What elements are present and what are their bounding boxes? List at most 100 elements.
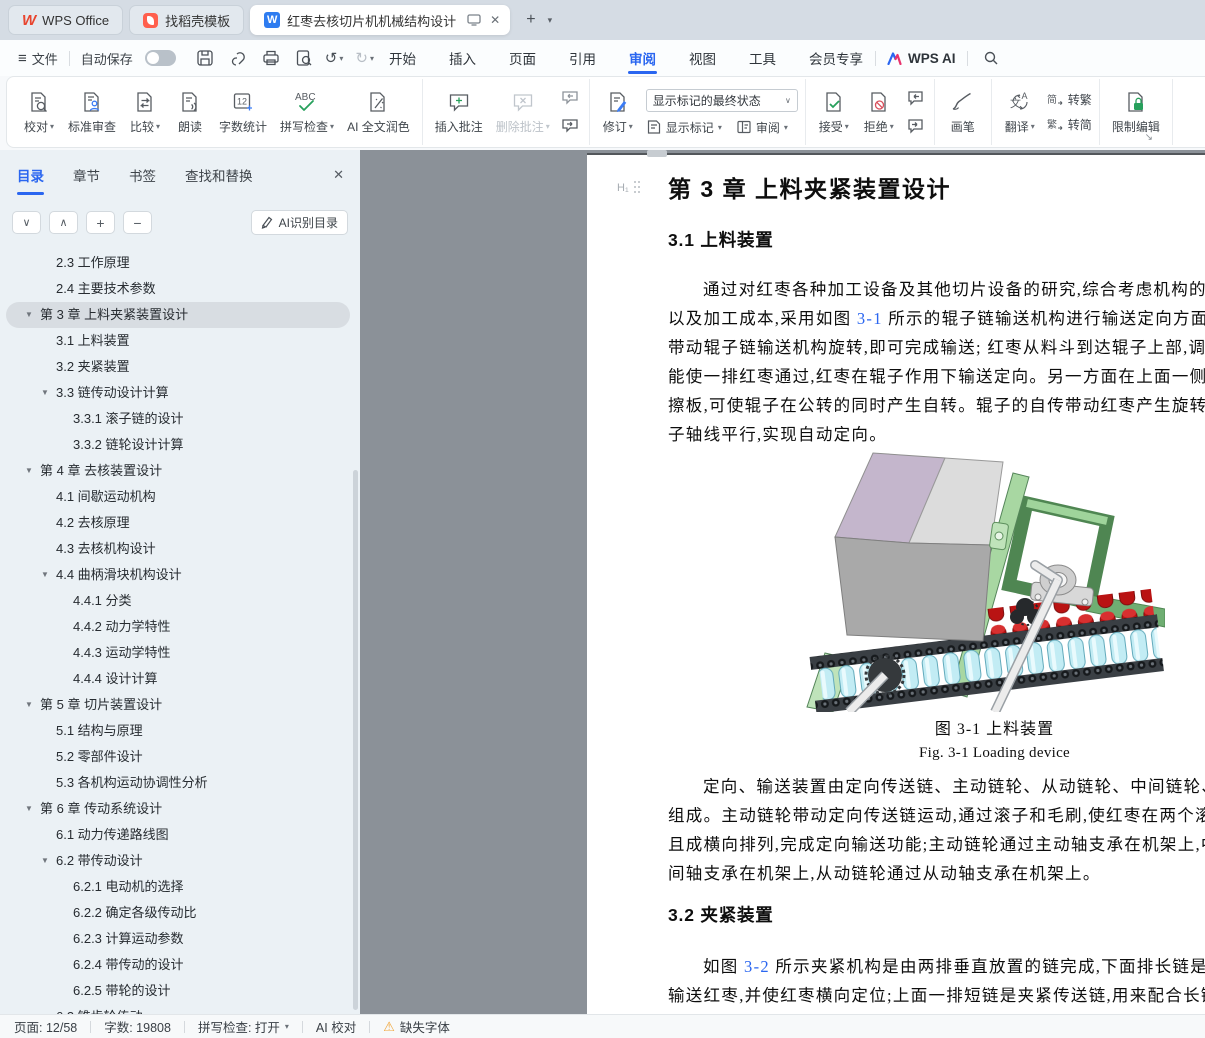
tab-template[interactable]: 找稻壳模板 xyxy=(129,5,244,35)
toc-item[interactable]: 5.3 各机构运动协调性分析 xyxy=(0,770,360,796)
file-menu-button[interactable]: ≡ 文件 xyxy=(18,49,58,68)
toc-item[interactable]: 3.3.2 链轮设计计算 xyxy=(0,432,360,458)
toc-item[interactable]: 2.4 主要技术参数 xyxy=(0,276,360,302)
to-simplified-button[interactable]: 繁 转简 xyxy=(1047,116,1092,133)
heading-handle[interactable]: H₁ xyxy=(617,181,642,194)
ai-polish-button[interactable]: AI 全文润色 xyxy=(342,87,415,138)
expand-all-button[interactable]: + xyxy=(86,211,115,234)
toc-item[interactable]: 4.1 间歇运动机构 xyxy=(0,484,360,510)
close-tab-icon[interactable]: ✕ xyxy=(490,13,500,27)
toc-item[interactable]: 4.4.2 动力学特性 xyxy=(0,614,360,640)
close-sidebar-icon[interactable]: ✕ xyxy=(333,167,344,183)
toc-item[interactable]: 3.1 上料装置 xyxy=(0,328,360,354)
sidebar-tab-bookmarks[interactable]: 书签 xyxy=(128,157,157,193)
figure-3-1-image[interactable] xyxy=(795,445,1165,712)
tab-page[interactable]: 页面 xyxy=(508,40,537,76)
accept-change-button[interactable]: 接受▾ xyxy=(813,87,855,138)
page-indicator[interactable]: 页面: 12/58 xyxy=(14,1017,77,1036)
toc-item[interactable]: 6.1 动力传递路线图 xyxy=(0,822,360,848)
insert-comment-button[interactable]: 插入批注 xyxy=(430,87,488,138)
tab-tools[interactable]: 工具 xyxy=(748,40,777,76)
collapse-arrow-icon[interactable]: ▼ xyxy=(25,458,33,484)
redo-button[interactable]: ↻ xyxy=(355,49,368,67)
tab-document[interactable]: W 红枣去核切片机机械结构设计 ✕ xyxy=(250,5,510,35)
tab-list-chevron-icon[interactable]: ▾ xyxy=(548,15,553,26)
translate-button[interactable]: 文A 翻译▾ xyxy=(999,87,1041,138)
toc-item[interactable]: 2.3 工作原理 xyxy=(0,250,360,276)
toc-item[interactable]: ▼第 5 章 切片装置设计 xyxy=(0,692,360,718)
next-heading-button[interactable]: ∨ xyxy=(12,211,41,234)
reject-change-button[interactable]: 拒绝▾ xyxy=(858,87,900,138)
spell-check-button[interactable]: ABC 拼写检查▾ xyxy=(275,87,339,138)
quickbar-chevron-icon[interactable]: ▾ xyxy=(370,54,374,63)
toc-item[interactable]: ▼4.4 曲柄滑块机构设计 xyxy=(0,562,360,588)
toc-item[interactable]: 6.2.1 电动机的选择 xyxy=(0,874,360,900)
sidebar-tab-find-replace[interactable]: 查找和替换 xyxy=(184,157,254,193)
save-button[interactable] xyxy=(196,49,214,67)
toc-item[interactable]: 6.3 锥齿轮传动 xyxy=(0,1004,360,1014)
next-change-button[interactable] xyxy=(903,115,927,137)
track-changes-button[interactable]: 修订▾ xyxy=(597,87,639,138)
compare-button[interactable]: 比较▾ xyxy=(124,87,166,138)
review-pane-button[interactable]: 审阅 ▾ xyxy=(736,119,788,136)
toc-item[interactable]: 4.4.4 设计计算 xyxy=(0,666,360,692)
print-preview-button[interactable] xyxy=(295,49,313,67)
wps-ai-button[interactable]: WPS AI xyxy=(887,51,956,66)
to-traditional-button[interactable]: 简 转繁 xyxy=(1047,91,1092,108)
autosave-control[interactable]: 自动保存 xyxy=(81,49,176,68)
tab-review[interactable]: 审阅 xyxy=(628,40,657,76)
toc-item[interactable]: 4.4.3 运动学特性 xyxy=(0,640,360,666)
ai-recognize-toc-button[interactable]: AI识别目录 xyxy=(251,210,348,235)
next-comment-button[interactable] xyxy=(558,115,582,137)
new-tab-button[interactable]: + xyxy=(526,11,535,29)
standard-review-button[interactable]: 标准审查 xyxy=(63,87,121,138)
collapse-arrow-icon[interactable]: ▼ xyxy=(41,380,49,406)
sidebar-tab-contents[interactable]: 目录 xyxy=(16,157,45,193)
tab-start[interactable]: 开始 xyxy=(388,40,417,76)
read-aloud-button[interactable]: 朗读 xyxy=(169,87,211,138)
tab-wps-home[interactable]: W WPS Office xyxy=(8,5,123,35)
toc-item[interactable]: ▼第 6 章 传动系统设计 xyxy=(0,796,360,822)
ruler-indent-marker[interactable] xyxy=(647,150,667,157)
delete-comment-button[interactable]: 删除批注▾ xyxy=(491,87,555,138)
toc-item[interactable]: 6.2.4 带传动的设计 xyxy=(0,952,360,978)
sidebar-scrollbar[interactable] xyxy=(353,470,358,1010)
toc-item[interactable]: 6.2.3 计算运动参数 xyxy=(0,926,360,952)
proofread-button[interactable]: 校对▾ xyxy=(18,87,60,138)
ai-proofread-status[interactable]: AI 校对 xyxy=(316,1017,356,1036)
show-marks-button[interactable]: 显示标记 ▾ xyxy=(646,119,722,136)
monitor-icon[interactable] xyxy=(467,14,481,26)
tab-member[interactable]: 会员专享 xyxy=(808,40,864,76)
ink-pen-button[interactable]: 画笔 xyxy=(942,87,984,138)
collapse-arrow-icon[interactable]: ▼ xyxy=(25,692,33,718)
output-pdf-button[interactable] xyxy=(229,49,247,67)
document-page[interactable]: H₁ 第 3 章 上料夹紧装置设计 3.1 上料装置 通过对红枣各种加工设备及其… xyxy=(587,153,1205,1014)
toc-item[interactable]: 6.2.5 带轮的设计 xyxy=(0,978,360,1004)
previous-change-button[interactable] xyxy=(903,87,927,109)
word-count-button[interactable]: 12 字数统计 xyxy=(214,87,272,138)
display-marks-select[interactable]: 显示标记的最终状态 ∨ xyxy=(646,89,798,112)
toc-item[interactable]: 4.2 去核原理 xyxy=(0,510,360,536)
toc-item[interactable]: 4.4.1 分类 xyxy=(0,588,360,614)
tab-view[interactable]: 视图 xyxy=(688,40,717,76)
collapse-arrow-icon[interactable]: ▼ xyxy=(41,562,49,588)
tab-insert[interactable]: 插入 xyxy=(448,40,477,76)
collapse-ribbon-icon[interactable]: ↘ xyxy=(1145,132,1153,143)
spellcheck-status[interactable]: 拼写检查: 打开▾ xyxy=(198,1017,289,1036)
toc-item[interactable]: 5.1 结构与原理 xyxy=(0,718,360,744)
toc-item[interactable]: 3.3.1 滚子链的设计 xyxy=(0,406,360,432)
autosave-toggle[interactable] xyxy=(145,50,176,66)
toc-item[interactable]: ▼6.2 带传动设计 xyxy=(0,848,360,874)
toc-item[interactable]: 3.2 夹紧装置 xyxy=(0,354,360,380)
undo-chevron-icon[interactable]: ▾ xyxy=(339,54,343,63)
toc-item[interactable]: 4.3 去核机构设计 xyxy=(0,536,360,562)
tab-reference[interactable]: 引用 xyxy=(568,40,597,76)
sidebar-tab-chapters[interactable]: 章节 xyxy=(72,157,101,193)
toc-item[interactable]: 5.2 零部件设计 xyxy=(0,744,360,770)
previous-heading-button[interactable]: ∧ xyxy=(49,211,78,234)
collapse-arrow-icon[interactable]: ▼ xyxy=(25,796,33,822)
search-icon[interactable] xyxy=(983,50,999,66)
toc-item[interactable]: 6.2.2 确定各级传动比 xyxy=(0,900,360,926)
toc-item[interactable]: ▼3.3 链传动设计计算 xyxy=(0,380,360,406)
word-count-indicator[interactable]: 字数: 19808 xyxy=(104,1017,171,1036)
